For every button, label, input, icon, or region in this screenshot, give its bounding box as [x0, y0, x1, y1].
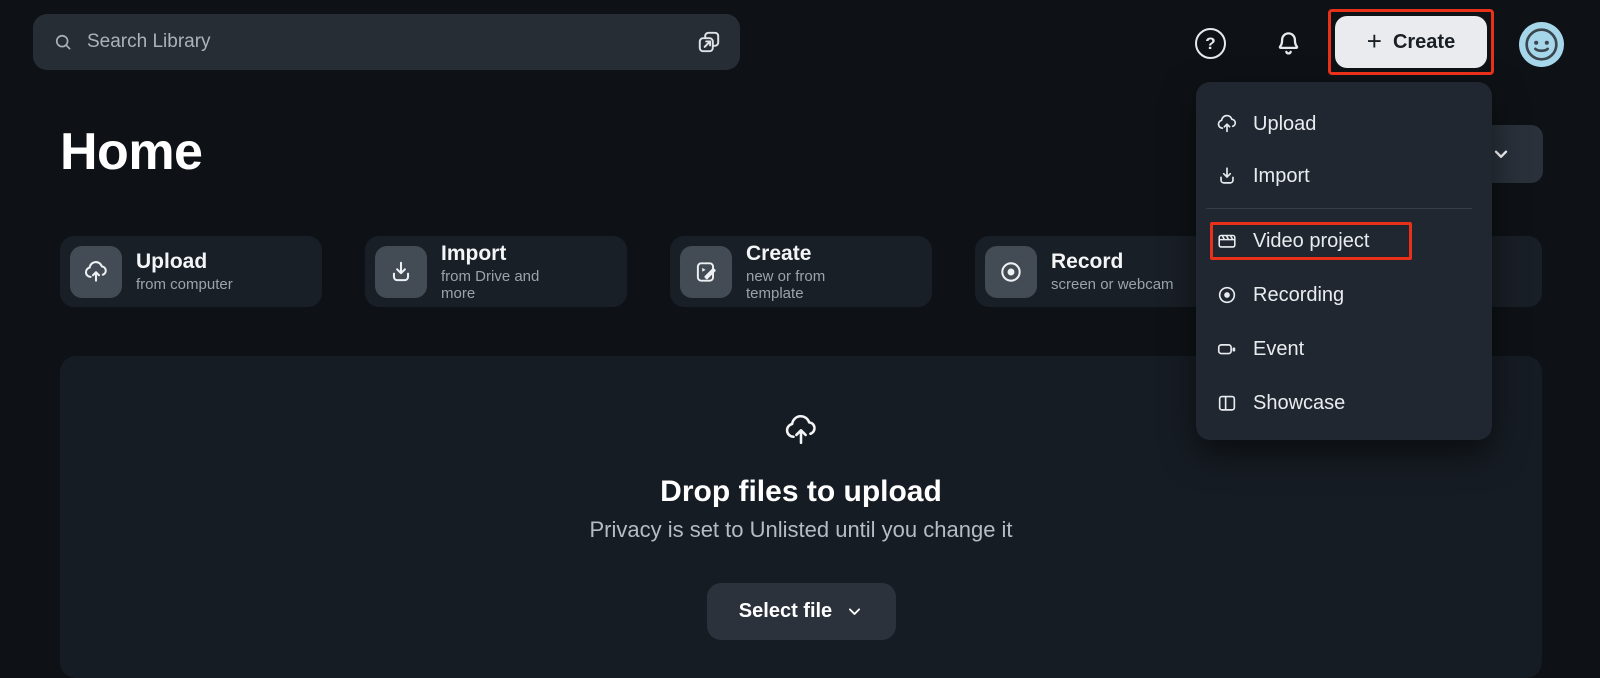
- card-title: Upload: [136, 250, 233, 274]
- menu-item-label: Upload: [1253, 113, 1316, 136]
- plus-icon: +: [1367, 28, 1382, 54]
- action-card-upload[interactable]: Upload from computer: [60, 236, 322, 307]
- menu-item-label: Recording: [1253, 284, 1344, 307]
- menu-item-label: Import: [1253, 165, 1310, 188]
- card-title: Create: [746, 242, 874, 266]
- avatar[interactable]: [1519, 22, 1564, 67]
- smiley-face-icon: [1519, 22, 1564, 67]
- search-icon: [53, 32, 73, 52]
- menu-item-label: Video project: [1253, 230, 1369, 253]
- action-card-create[interactable]: Create new or from template: [670, 236, 932, 307]
- menu-item-label: Event: [1253, 338, 1304, 361]
- cloud-upload-icon: [1216, 113, 1238, 135]
- menu-item-video-project[interactable]: Video project: [1196, 214, 1492, 268]
- page-title: Home: [60, 122, 202, 182]
- action-card-import[interactable]: Import from Drive and more: [365, 236, 627, 307]
- card-subtitle: screen or webcam: [1051, 276, 1174, 293]
- menu-item-event[interactable]: Event: [1196, 322, 1492, 376]
- create-document-icon: [680, 246, 732, 298]
- create-annotation-box: + Create: [1328, 9, 1494, 75]
- import-download-icon: [1216, 165, 1238, 187]
- search-bar[interactable]: [33, 14, 740, 70]
- select-file-label: Select file: [739, 600, 832, 623]
- select-file-button[interactable]: Select file: [707, 583, 896, 640]
- question-mark-glyph: ?: [1205, 34, 1215, 54]
- dropzone-title: Drop files to upload: [60, 475, 1542, 509]
- record-dot-icon: [1216, 284, 1238, 306]
- menu-item-label: Showcase: [1253, 392, 1345, 415]
- chevron-down-icon: [1490, 143, 1512, 165]
- cloud-upload-icon: [783, 412, 819, 448]
- menu-item-showcase[interactable]: Showcase: [1196, 376, 1492, 430]
- record-dot-icon: [985, 246, 1037, 298]
- cloud-upload-icon: [70, 246, 122, 298]
- create-button[interactable]: + Create: [1335, 16, 1487, 68]
- search-input[interactable]: [87, 31, 682, 53]
- card-subtitle: from Drive and more: [441, 268, 569, 302]
- card-subtitle: from computer: [136, 276, 233, 293]
- clapperboard-icon: [1216, 230, 1238, 252]
- create-menu: Upload Import Video project Recording Ev…: [1196, 82, 1492, 440]
- video-camera-icon: [1216, 338, 1238, 360]
- card-title: Record: [1051, 250, 1174, 274]
- notifications-bell-icon[interactable]: [1274, 29, 1303, 58]
- help-button[interactable]: ?: [1195, 28, 1226, 59]
- menu-item-upload[interactable]: Upload: [1196, 98, 1492, 150]
- menu-item-recording[interactable]: Recording: [1196, 268, 1492, 322]
- menu-item-import[interactable]: Import: [1196, 150, 1492, 202]
- card-subtitle: new or from template: [746, 268, 874, 302]
- dropzone-privacy-note: Privacy is set to Unlisted until you cha…: [60, 517, 1542, 543]
- import-download-icon: [375, 246, 427, 298]
- menu-divider: [1206, 208, 1472, 209]
- create-button-label: Create: [1393, 31, 1455, 54]
- card-title: Import: [441, 242, 569, 266]
- open-search-panel-icon[interactable]: [696, 29, 722, 55]
- chevron-down-icon: [846, 603, 863, 620]
- showcase-layout-icon: [1216, 392, 1238, 414]
